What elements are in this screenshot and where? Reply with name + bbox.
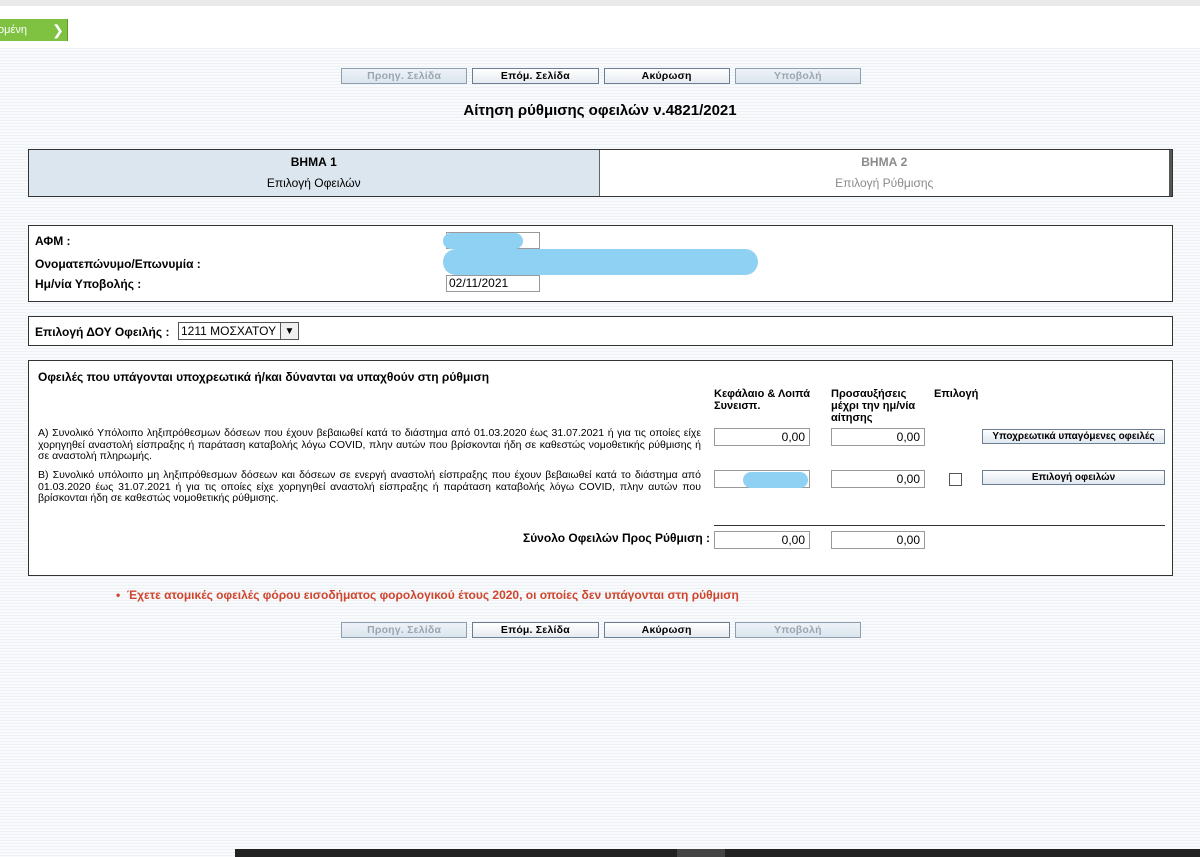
cancel-button[interactable]: Ακύρωση (603, 622, 730, 638)
total-surcharge-field[interactable]: 0,00 (831, 531, 925, 549)
submit-button[interactable]: Υποβολή (734, 622, 861, 638)
next-page-button[interactable]: Επόμ. Σελίδα (472, 622, 599, 638)
warning-text: Έχετε ατομικές οφειλές φόρου εισοδήματος… (126, 588, 739, 602)
redaction-mark (443, 249, 758, 275)
total-capital-field[interactable]: 0,00 (714, 531, 810, 549)
row-b-select-checkbox[interactable] (949, 473, 962, 486)
redaction-mark (443, 233, 523, 249)
horizontal-scrollbar[interactable] (235, 849, 1200, 857)
debts-heading: Οφειλές που υπάγονται υποχρεωτικά ή/και … (38, 370, 490, 384)
row-b-surcharge-field[interactable]: 0,00 (831, 470, 925, 488)
nav-buttons-bottom: Προηγ. Σελίδα Επόμ. Σελίδα Ακύρωση Υποβο… (341, 622, 861, 638)
debts-panel: Οφειλές που υπάγονται υποχρεωτικά ή/και … (28, 360, 1173, 576)
step-1-label: Επιλογή Οφειλών (266, 176, 361, 190)
nav-buttons-top: Προηγ. Σελίδα Επόμ. Σελίδα Ακύρωση Υποβο… (341, 68, 861, 84)
page-title: Αίτηση ρύθμισης οφειλών ν.4821/2021 (463, 102, 737, 119)
step-2-number: ΒΗΜΑ 2 (861, 155, 908, 169)
total-divider (714, 525, 1165, 526)
select-debts-button[interactable]: Επιλογή οφειλών (982, 470, 1165, 485)
col-select-header: Επιλογή (934, 388, 979, 400)
next-page-link[interactable]: ομένη ❯ (0, 19, 68, 41)
col-surcharge-header: Προσαυξήσεις μέχρι την ημ/νία αίτησης (831, 388, 916, 424)
chevron-down-icon[interactable]: ▼ (280, 322, 299, 340)
date-label: Ημ/νία Υποβολής : (35, 277, 142, 291)
date-field[interactable]: 02/11/2021 (446, 275, 540, 292)
wizard-steps: ΒΗΜΑ 1 Επιλογή Οφειλών ΒΗΜΑ 2 Επιλογή Ρύ… (28, 149, 1173, 197)
total-label: Σύνολο Οφειλών Προς Ρύθμιση : (523, 531, 711, 545)
step-1[interactable]: ΒΗΜΑ 1 Επιλογή Οφειλών (29, 150, 600, 196)
col-capital-header: Κεφάλαιο & Λοιπά Συνεισπ. (714, 388, 810, 412)
taxpayer-info-panel: ΑΦΜ : Ονοματεπώνυμο/Επωνυμία : Ημ/νία Υπ… (28, 225, 1173, 302)
row-a-surcharge-field[interactable]: 0,00 (831, 428, 925, 446)
prev-page-button[interactable]: Προηγ. Σελίδα (341, 622, 468, 638)
next-page-label: ομένη (0, 24, 27, 36)
step-2[interactable]: ΒΗΜΑ 2 Επιλογή Ρύθμισης (600, 150, 1172, 196)
redaction-mark (743, 472, 808, 488)
row-a-capital-field[interactable]: 0,00 (714, 428, 810, 446)
step-2-label: Επιλογή Ρύθμισης (835, 176, 934, 190)
warning-message: • Έχετε ατομικές οφειλές φόρου εισοδήματ… (116, 588, 739, 602)
doy-panel: Επιλογή ΔΟΥ Οφειλής : 1211 ΜΟΣΧΑΤΟΥ ▼ (28, 316, 1173, 346)
scrollbar-thumb[interactable] (677, 849, 725, 857)
afm-label: ΑΦΜ : (35, 234, 71, 248)
doy-label: Επιλογή ΔΟΥ Οφειλής : (35, 325, 170, 339)
bullet-icon: • (116, 588, 127, 602)
top-bar: ομένη ❯ (0, 6, 1200, 48)
next-page-button[interactable]: Επόμ. Σελίδα (472, 68, 599, 84)
cancel-button[interactable]: Ακύρωση (603, 68, 730, 84)
chevron-right-icon: ❯ (52, 21, 64, 38)
mandatory-debts-button[interactable]: Υποχρεωτικά υπαγόμενες οφειλές (982, 429, 1165, 444)
debt-row-a-text: Α) Συνολικό Υπόλοιπο ληξιπρόθεσμων δόσεω… (38, 427, 701, 462)
debt-row-b-text: Β) Συνολικό υπόλοιπο μη ληξιπρόθεσμων δό… (38, 469, 701, 504)
name-label: Ονοματεπώνυμο/Επωνυμία : (35, 257, 201, 271)
step-1-number: ΒΗΜΑ 1 (290, 155, 337, 169)
prev-page-button[interactable]: Προηγ. Σελίδα (341, 68, 468, 84)
submit-button[interactable]: Υποβολή (734, 68, 861, 84)
